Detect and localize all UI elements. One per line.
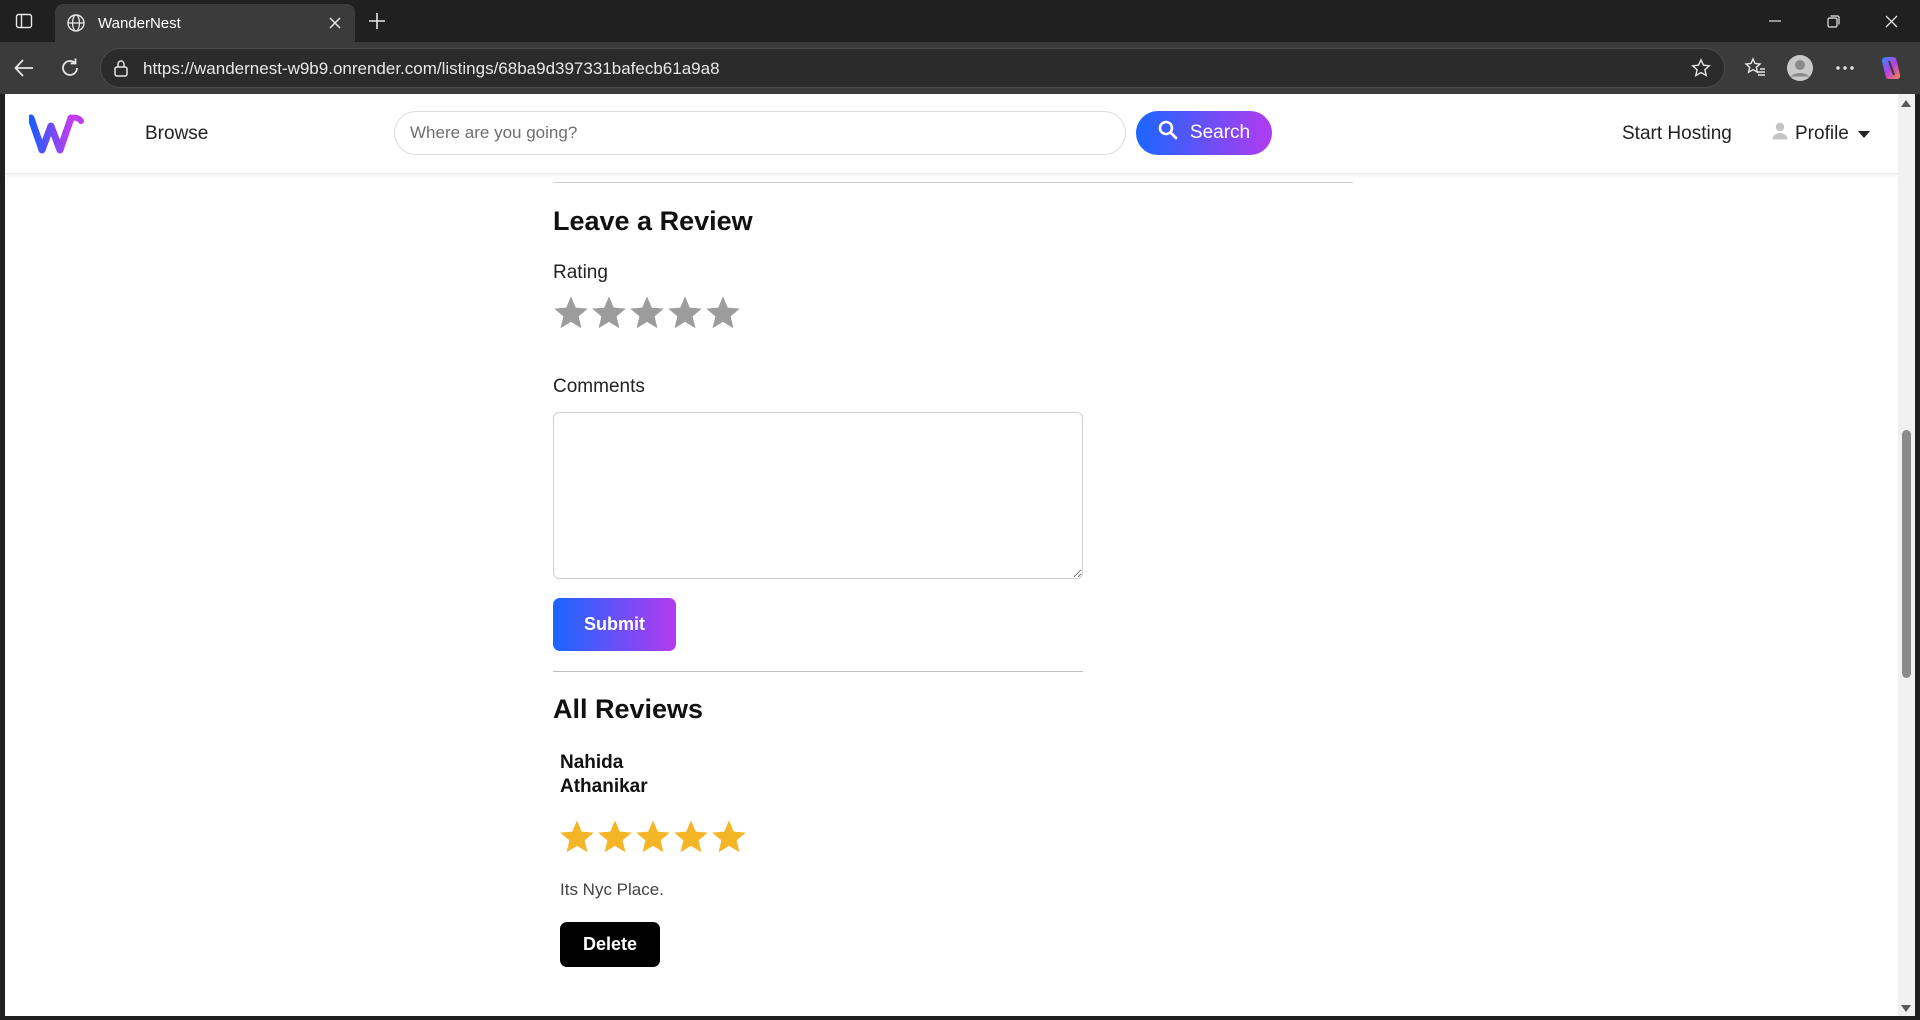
nav-start-hosting[interactable]: Start Hosting bbox=[1622, 123, 1732, 145]
delete-review-button[interactable]: Delete bbox=[560, 922, 660, 967]
address-bar[interactable]: https://wandernest-w9b9.onrender.com/lis… bbox=[100, 48, 1725, 88]
star-icon[interactable] bbox=[704, 294, 742, 332]
refresh-icon[interactable] bbox=[56, 54, 84, 82]
submit-button[interactable]: Submit bbox=[553, 598, 676, 651]
review-author: Nahida Athanikar bbox=[560, 752, 648, 797]
site-navbar: Browse Search Start Hosting Profile bbox=[5, 94, 1898, 174]
url-text[interactable]: https://wandernest-w9b9.onrender.com/lis… bbox=[143, 59, 720, 79]
review-card: Nahida Athanikar Its Nyc Place. Delete bbox=[553, 744, 773, 984]
scroll-down-icon[interactable] bbox=[1901, 1005, 1911, 1012]
lock-icon[interactable] bbox=[111, 58, 131, 78]
star-icon bbox=[560, 820, 594, 853]
profile-dropdown[interactable]: Profile bbox=[1772, 122, 1870, 146]
browser-toolbar: https://wandernest-w9b9.onrender.com/lis… bbox=[0, 42, 1920, 94]
comments-textarea[interactable] bbox=[553, 412, 1083, 579]
tab-title: WanderNest bbox=[98, 14, 181, 32]
close-window-icon[interactable] bbox=[1868, 6, 1914, 36]
favorites-icon[interactable] bbox=[1741, 54, 1769, 82]
page-viewport: Browse Search Start Hosting Profile Leav… bbox=[5, 94, 1898, 1016]
review-comment: Its Nyc Place. bbox=[560, 880, 664, 899]
star-icon bbox=[712, 820, 746, 853]
star-icon[interactable] bbox=[590, 294, 628, 332]
more-icon[interactable] bbox=[1831, 54, 1859, 82]
scrollbar-thumb[interactable] bbox=[1902, 430, 1911, 678]
comments-label: Comments bbox=[553, 376, 645, 397]
globe-icon bbox=[65, 12, 87, 34]
search-icon bbox=[1158, 120, 1178, 146]
window-frame bbox=[0, 1016, 1920, 1020]
star-icon[interactable] bbox=[1690, 57, 1712, 79]
restore-icon[interactable] bbox=[1810, 6, 1856, 36]
window-frame bbox=[1915, 94, 1920, 1020]
star-icon bbox=[636, 820, 670, 853]
search-input[interactable] bbox=[394, 111, 1126, 155]
profile-icon[interactable] bbox=[1786, 54, 1814, 82]
nav-browse[interactable]: Browse bbox=[145, 123, 208, 145]
divider bbox=[553, 182, 1353, 183]
review-rating bbox=[558, 818, 748, 856]
tab-bar: WanderNest bbox=[0, 0, 1920, 42]
search-button[interactable]: Search bbox=[1136, 111, 1272, 155]
browser-tab[interactable]: WanderNest bbox=[55, 4, 355, 42]
search-button-label: Search bbox=[1189, 122, 1251, 143]
page-scrollbar[interactable] bbox=[1898, 94, 1915, 1016]
star-icon[interactable] bbox=[628, 294, 666, 332]
wandernest-logo[interactable] bbox=[27, 112, 85, 154]
back-icon[interactable] bbox=[10, 54, 38, 82]
chevron-down-icon bbox=[1857, 130, 1870, 138]
rating-label: Rating bbox=[553, 262, 608, 283]
sidebar-toggle-icon[interactable] bbox=[12, 9, 36, 33]
copilot-icon[interactable] bbox=[1877, 54, 1905, 82]
star-icon[interactable] bbox=[552, 294, 590, 332]
user-icon bbox=[1772, 122, 1788, 146]
plus-icon[interactable] bbox=[364, 8, 390, 34]
star-icon bbox=[674, 820, 708, 853]
scroll-up-icon[interactable] bbox=[1901, 100, 1911, 107]
close-icon[interactable] bbox=[321, 9, 349, 37]
leave-review-heading: Leave a Review bbox=[553, 206, 753, 236]
minimize-icon[interactable] bbox=[1752, 6, 1798, 36]
rating-input[interactable] bbox=[552, 294, 742, 332]
profile-label: Profile bbox=[1795, 123, 1849, 144]
star-icon bbox=[598, 820, 632, 853]
all-reviews-heading: All Reviews bbox=[553, 694, 704, 724]
divider bbox=[553, 671, 1083, 672]
star-icon[interactable] bbox=[666, 294, 704, 332]
